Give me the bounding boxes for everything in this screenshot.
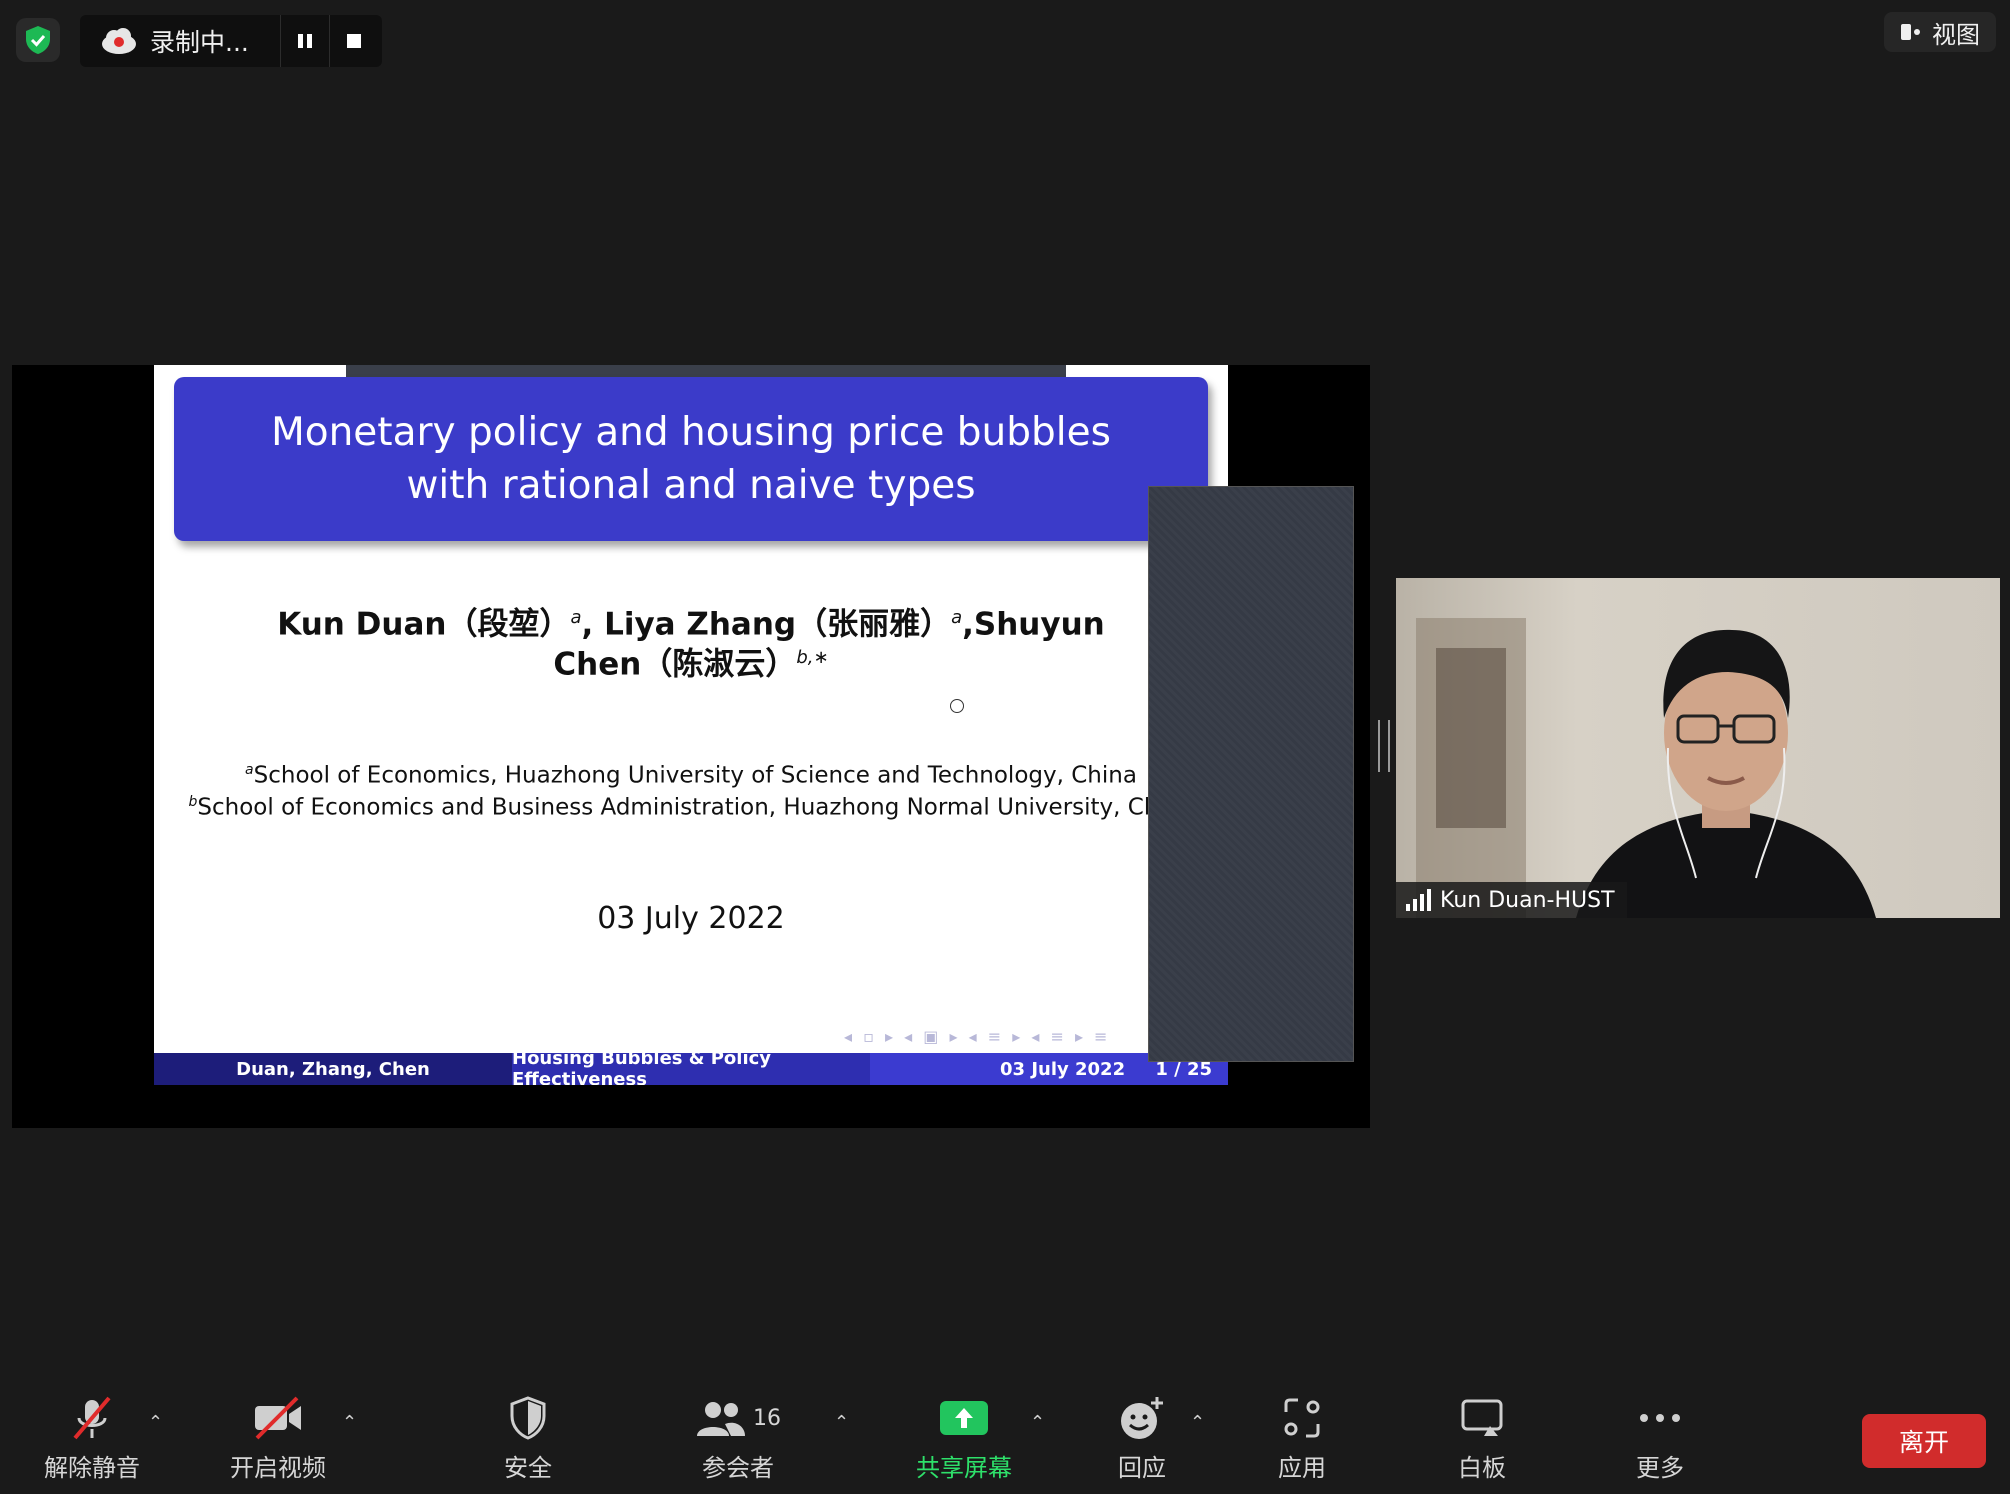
participants-count: 16	[753, 1405, 781, 1431]
video-options-caret-icon[interactable]: ⌃	[342, 1412, 357, 1433]
security-label: 安全	[504, 1454, 552, 1482]
apps-label: 应用	[1278, 1454, 1326, 1482]
participants-options-caret-icon[interactable]: ⌃	[834, 1412, 849, 1433]
screen-overlay-window	[1148, 486, 1354, 1062]
slide-date: 03 July 2022	[597, 901, 785, 936]
muted-microphone-icon	[73, 1396, 111, 1440]
author-chen: Chen（陈淑云）	[553, 646, 797, 683]
share-screen-button[interactable]: 共享屏幕	[894, 1378, 1034, 1494]
slide-title-line1: Monetary policy and housing price bubble…	[271, 410, 1111, 455]
beamer-navigation-icons: ◂ ▫ ▸ ◂ ▣ ▸ ◂ ≡ ▸ ◂ ≡ ▸ ≡	[844, 1027, 1111, 1046]
whiteboard-icon	[1461, 1399, 1503, 1436]
unmute-label: 解除静音	[44, 1454, 140, 1482]
shared-screen: Monetary policy and housing price bubble…	[12, 365, 1384, 1445]
cloud-record-icon	[102, 28, 136, 54]
start-video-label: 开启视频	[230, 1454, 326, 1482]
whiteboard-button[interactable]: 白板	[1412, 1378, 1552, 1494]
reaction-emoji-icon	[1121, 1397, 1163, 1439]
participants-icon	[697, 1402, 745, 1436]
footer-authors: Duan, Zhang, Chen	[154, 1053, 512, 1085]
affil-b-text: School of Economics and Business Adminis…	[197, 794, 1194, 821]
start-video-button[interactable]: 开启视频	[208, 1378, 348, 1494]
reactions-button[interactable]: 回应	[1072, 1378, 1212, 1494]
whiteboard-label: 白板	[1458, 1454, 1506, 1482]
participant-name-tag: Kun Duan-HUST	[1396, 882, 1627, 918]
share-screen-label: 共享屏幕	[916, 1454, 1012, 1482]
security-button[interactable]: 安全	[458, 1378, 598, 1494]
affil-a-text: School of Economics, Huazhong University…	[253, 762, 1137, 789]
encryption-shield-icon[interactable]	[16, 18, 60, 62]
share-screen-icon	[940, 1401, 988, 1435]
author-chen-sup: b,∗	[796, 647, 829, 668]
participant-video-tile[interactable]: Kun Duan-HUST	[1396, 578, 2000, 918]
video-off-icon	[255, 1396, 301, 1440]
participants-button[interactable]: 16 参会者	[668, 1378, 808, 1494]
view-button-label: 视图	[1932, 20, 1980, 49]
slide-title-line2: with rational and naive types	[406, 463, 976, 508]
stop-recording-button[interactable]	[329, 15, 378, 67]
pause-icon	[298, 34, 312, 48]
more-button[interactable]: 更多	[1590, 1378, 1730, 1494]
slide-title-box: Monetary policy and housing price bubble…	[174, 377, 1208, 541]
meeting-toolbar: 解除静音 ⌃ 开启视频 ⌃ 安全 16 参会者 ⌃ 共享屏幕 ⌃ 回应 ⌃ 应用…	[0, 1378, 2010, 1494]
pause-recording-button[interactable]	[280, 15, 329, 67]
author-zhang-sup: a	[951, 607, 963, 628]
share-options-caret-icon[interactable]: ⌃	[1030, 1412, 1045, 1433]
reactions-label: 回应	[1118, 1454, 1166, 1482]
slide-affiliation-b: bSchool of Economics and Business Admini…	[154, 786, 1228, 824]
view-button[interactable]: 视图	[1884, 12, 1996, 52]
view-layout-icon	[1901, 24, 1920, 40]
footer-date: 03 July 2022	[1000, 1058, 1126, 1080]
footer-title: Housing Bubbles & Policy Effectiveness	[512, 1048, 870, 1085]
more-dots-icon	[1640, 1414, 1680, 1422]
author-duan-sup: a	[570, 607, 582, 628]
unmute-button[interactable]: 解除静音	[22, 1378, 162, 1494]
security-shield-icon	[510, 1396, 546, 1440]
recording-indicator: 录制中...	[80, 15, 382, 67]
participant-video-frame	[1396, 578, 2000, 918]
mouse-cursor-icon	[950, 699, 964, 713]
participants-label: 参会者	[702, 1454, 774, 1482]
stop-icon	[347, 34, 361, 48]
split-view-drag-handle[interactable]	[1378, 720, 1390, 772]
apps-icon	[1284, 1398, 1320, 1438]
slide-footer: Duan, Zhang, Chen Housing Bubbles & Poli…	[154, 1048, 1228, 1085]
apps-button[interactable]: 应用	[1232, 1378, 1372, 1494]
slide-authors-line2: Chen（陈淑云）b,∗	[154, 637, 1228, 685]
reactions-options-caret-icon[interactable]: ⌃	[1190, 1412, 1205, 1433]
recording-label: 录制中...	[150, 28, 249, 57]
more-label: 更多	[1636, 1454, 1684, 1482]
participant-name: Kun Duan-HUST	[1440, 887, 1615, 913]
leave-meeting-button[interactable]: 离开	[1862, 1414, 1986, 1468]
audio-options-caret-icon[interactable]: ⌃	[148, 1412, 163, 1433]
presentation-slide: Monetary policy and housing price bubble…	[154, 365, 1228, 1085]
affil-a-sup: a	[245, 762, 254, 778]
signal-strength-icon	[1406, 889, 1431, 911]
